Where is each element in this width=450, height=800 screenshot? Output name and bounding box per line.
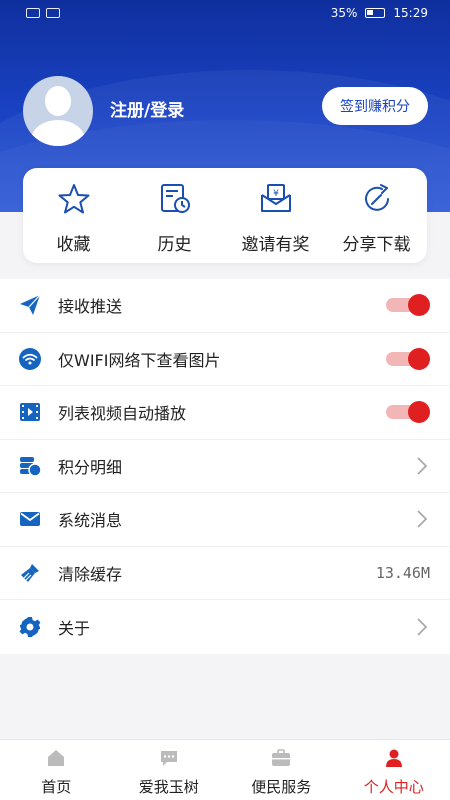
setting-about[interactable]: 关于 xyxy=(0,600,450,654)
setting-label: 系统消息 xyxy=(58,511,123,531)
tab-love-yushu[interactable]: 爱我玉树 xyxy=(113,740,226,800)
star-icon xyxy=(58,184,89,214)
setting-label: 关于 xyxy=(58,618,91,638)
quick-action-label: 历史 xyxy=(157,235,192,255)
status-bar: 35% 15:29 xyxy=(0,0,450,26)
tab-label: 首页 xyxy=(41,778,72,796)
toggle-knob xyxy=(408,347,430,370)
toggle-knob xyxy=(408,294,430,317)
quick-actions-card: 收藏 历史 ¥ 邀请有奖 分享下载 xyxy=(23,168,427,263)
chevron-right-icon xyxy=(417,457,428,475)
quick-action-share[interactable]: 分享下载 xyxy=(326,168,427,263)
setting-label: 接收推送 xyxy=(58,297,123,317)
mail-icon xyxy=(20,512,40,527)
tab-label: 个人中心 xyxy=(363,778,424,796)
setting-label: 积分明细 xyxy=(58,457,123,477)
home-icon xyxy=(48,750,65,766)
login-register-link[interactable]: 注册/登录 xyxy=(110,96,184,121)
notification-icon xyxy=(46,8,60,18)
tab-services[interactable]: 便民服务 xyxy=(225,740,338,800)
sim-icon xyxy=(26,8,40,18)
wifi-only-toggle[interactable] xyxy=(386,347,430,370)
gear-icon xyxy=(19,616,41,637)
briefcase-icon xyxy=(272,749,291,766)
svg-text:¥: ¥ xyxy=(273,189,279,199)
tab-personal-center[interactable]: 个人中心 xyxy=(338,740,450,800)
invite-envelope-icon: ¥ xyxy=(260,184,291,212)
tab-label: 便民服务 xyxy=(251,778,312,796)
checkin-button[interactable]: 签到赚积分 xyxy=(322,87,428,125)
battery-icon xyxy=(365,8,386,18)
avatar-body xyxy=(31,120,85,146)
status-icons xyxy=(26,8,60,18)
chevron-right-icon xyxy=(417,510,428,528)
setting-system-messages[interactable]: 系统消息 xyxy=(0,493,450,547)
tab-label: 爱我玉树 xyxy=(138,778,199,796)
chat-icon xyxy=(160,751,177,766)
battery-percent: 35% xyxy=(330,6,358,20)
person-icon xyxy=(385,749,402,767)
settings-list: 接收推送 仅WIFI网络下查看图片 列表视频自动播放 积分明细 系统消息 清除缓… xyxy=(0,279,450,654)
avatar[interactable] xyxy=(23,76,93,146)
wifi-icon xyxy=(19,347,41,370)
clock: 15:29 xyxy=(393,6,428,20)
cache-size: 13.46M xyxy=(375,563,430,582)
setting-autoplay-video[interactable]: 列表视频自动播放 xyxy=(0,386,450,440)
quick-action-history[interactable]: 历史 xyxy=(124,168,225,263)
paper-plane-icon xyxy=(20,294,41,316)
quick-action-label: 邀请有奖 xyxy=(241,235,310,255)
setting-wifi-only-images[interactable]: 仅WIFI网络下查看图片 xyxy=(0,333,450,386)
avatar-head xyxy=(45,86,71,116)
points-icon xyxy=(20,456,42,477)
broom-icon xyxy=(21,563,39,582)
setting-label: 清除缓存 xyxy=(58,564,123,584)
toggle-knob xyxy=(408,401,430,424)
setting-receive-push[interactable]: 接收推送 xyxy=(0,279,450,333)
quick-action-label: 收藏 xyxy=(56,235,91,255)
share-icon xyxy=(364,184,389,211)
setting-clear-cache[interactable]: 清除缓存 13.46M xyxy=(0,547,450,600)
push-toggle[interactable] xyxy=(386,294,430,317)
video-icon xyxy=(20,403,40,422)
setting-label: 列表视频自动播放 xyxy=(58,404,187,424)
setting-points-detail[interactable]: 积分明细 xyxy=(0,440,450,493)
history-icon xyxy=(160,184,190,213)
chevron-right-icon xyxy=(417,618,428,636)
quick-action-label: 分享下载 xyxy=(342,235,411,255)
bottom-tab-bar: 首页 爱我玉树 便民服务 个人中心 xyxy=(0,739,450,800)
setting-label: 仅WIFI网络下查看图片 xyxy=(58,350,221,370)
autoplay-toggle[interactable] xyxy=(386,401,430,424)
quick-action-invite[interactable]: ¥ 邀请有奖 xyxy=(225,168,326,263)
tab-home[interactable]: 首页 xyxy=(0,740,113,800)
quick-action-favorites[interactable]: 收藏 xyxy=(23,168,124,263)
